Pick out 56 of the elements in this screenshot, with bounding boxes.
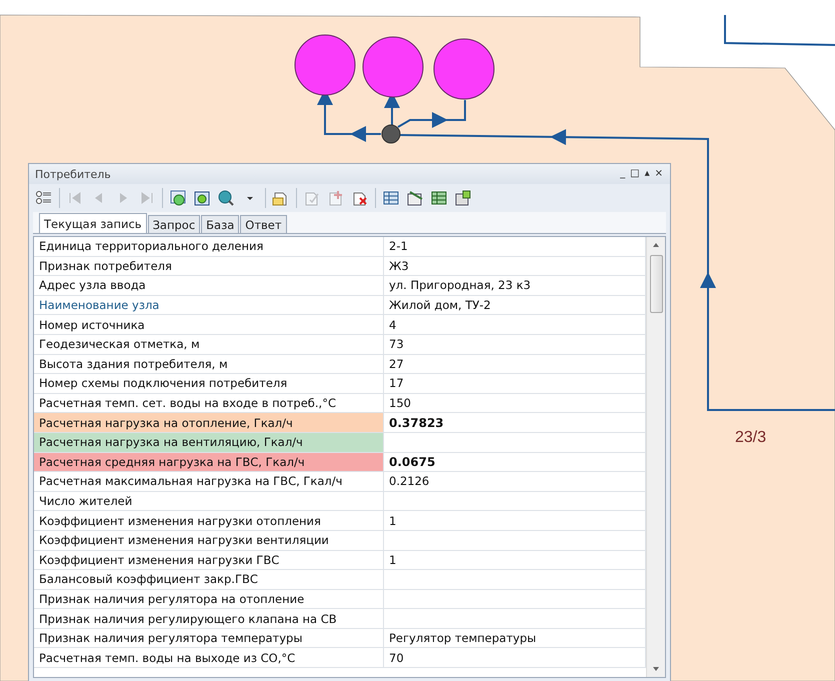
property-name: Признак наличия регулятора на отопление [34,590,384,610]
property-name: Балансовый коэффициент закр.ГВС [34,570,384,590]
search-icon[interactable] [217,189,235,207]
property-name: Адрес узла ввода [34,276,384,296]
property-name: Расчетная максимальная нагрузка на ГВС, Гкал/ч [34,472,384,492]
window-control[interactable]: □ [629,169,641,179]
consumer-node [434,38,494,100]
tab[interactable]: Запрос [148,215,200,233]
property-name: Номер источника [34,315,384,335]
property-value: 1 [384,550,646,570]
property-name: Коэффициент изменения нагрузки отопления [34,511,384,531]
property-value: ул. Пригородная, 23 к3 [384,276,646,296]
refresh-icon[interactable] [169,189,187,207]
property-value: Жилой дом, ТУ-2 [384,296,646,316]
property-name: Расчетная нагрузка на отопление, Гкал/ч [34,413,384,433]
property-value: 2-1 [384,237,646,257]
property-value: Ж3 [384,256,646,276]
pipe-label: 23/3 [735,429,766,447]
property-value: 0.37823 [384,413,646,433]
tab[interactable]: Ответ [240,215,287,233]
property-value: 0.0675 [384,452,646,472]
property-name: Номер схемы подключения потребителя [34,374,384,394]
property-name: Признак наличия регулирующего клапана на СВ [34,609,384,629]
property-value: 1 [384,511,646,531]
property-name: Единица территориального деления [34,237,384,257]
property-value: 27 [384,354,646,374]
property-value: 150 [384,394,646,414]
consumer-node [362,36,424,98]
tab[interactable]: База [201,215,240,233]
property-name: Признак наличия регулятора температуры [34,628,384,648]
property-value: 17 [384,374,646,394]
property-name: Геодезическая отметка, м [34,334,384,355]
tab[interactable]: Текущая запись [39,213,147,233]
window-control[interactable]: _ [619,169,626,179]
property-name: Расчетная нагрузка на вентиляцию, Гкал/ч [34,432,384,453]
property-name: Наименование узла [34,296,384,316]
property-name: Число жителей [34,492,384,512]
property-name: Коэффициент изменения нагрузки ГВС [34,550,384,570]
consumer-node [294,34,356,96]
junction-node [382,124,400,144]
property-value: Регулятор температуры [384,628,646,648]
property-value: 0.2126 [384,472,646,492]
property-value: 4 [384,315,646,335]
window-control[interactable]: × [654,169,664,179]
property-name: Коэффициент изменения нагрузки вентиляции [34,530,384,550]
scroll-thumb[interactable] [650,255,662,313]
refresh-icon[interactable] [193,189,211,207]
property-name: Расчетная темп. воды на выходе из СО,°C [34,648,384,668]
view-options-icon[interactable] [35,189,53,207]
window-control[interactable]: ▴ [644,169,651,179]
window-title: Потребитель [35,168,111,180]
property-value: 70 [384,648,646,668]
property-value: 73 [384,334,646,355]
property-name: Расчетная средняя нагрузка на ГВС, Гкал/ч [34,452,384,472]
property-name: Высота здания потребителя, м [34,354,384,374]
property-name: Признак потребителя [34,256,384,276]
